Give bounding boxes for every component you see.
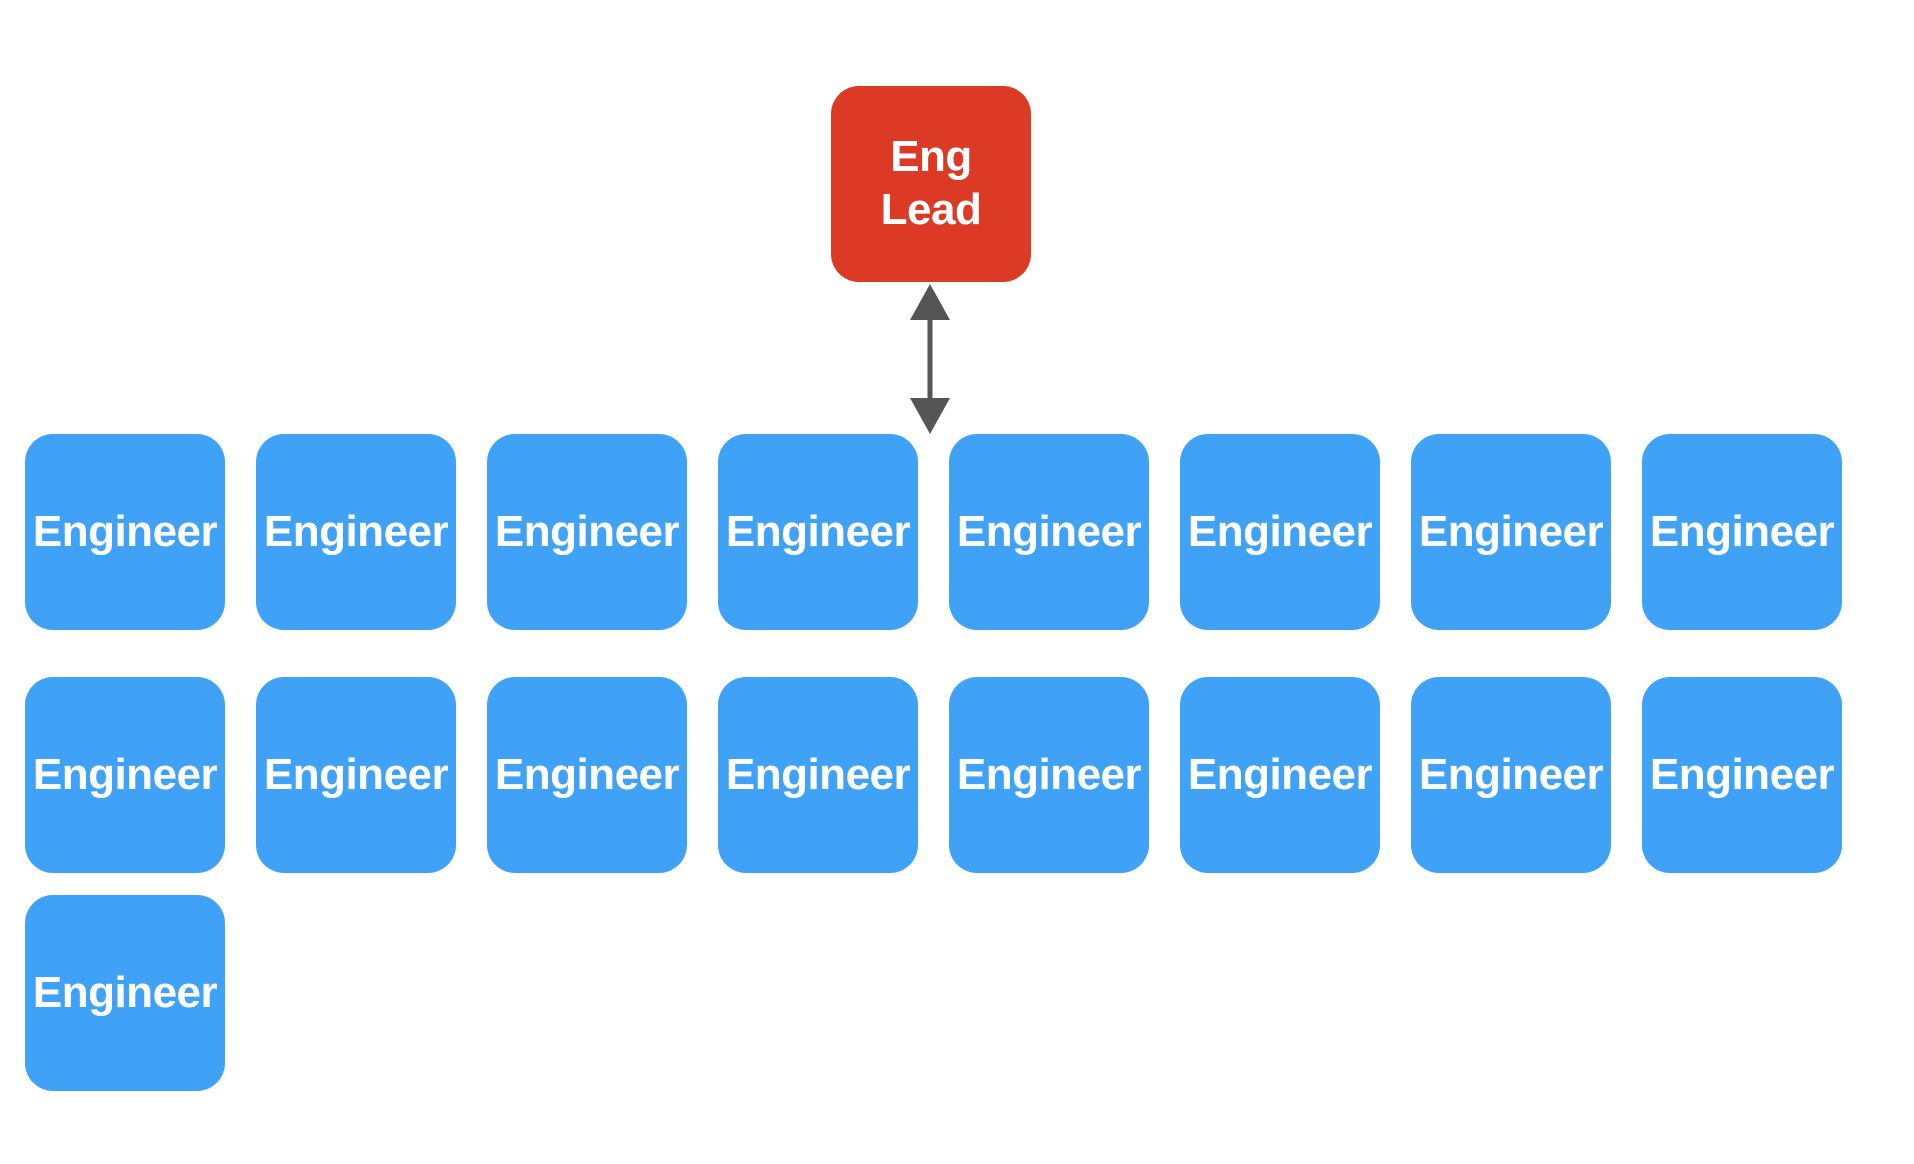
- engineer-node: Engineer: [1411, 677, 1611, 873]
- engineer-label: Engineer: [1649, 506, 1835, 556]
- engineer-node: Engineer: [1180, 434, 1380, 630]
- engineer-label: Engineer: [956, 506, 1142, 556]
- engineer-node: Engineer: [1642, 434, 1842, 630]
- eng-lead-node: Eng Lead: [831, 86, 1031, 282]
- engineer-node: Engineer: [1180, 677, 1380, 873]
- engineer-label: Engineer: [494, 506, 680, 556]
- engineer-label: Engineer: [32, 967, 218, 1017]
- engineer-label: Engineer: [32, 506, 218, 556]
- engineer-label: Engineer: [725, 749, 911, 799]
- engineer-node: Engineer: [25, 434, 225, 630]
- engineer-node: Engineer: [949, 677, 1149, 873]
- engineer-node: Engineer: [718, 677, 918, 873]
- engineer-node: Engineer: [718, 434, 918, 630]
- eng-lead-label: Eng Lead: [880, 132, 982, 234]
- engineer-label: Engineer: [1418, 506, 1604, 556]
- engineer-label: Engineer: [32, 749, 218, 799]
- engineer-label: Engineer: [725, 506, 911, 556]
- double-arrow-connector: [910, 284, 950, 434]
- engineer-node: Engineer: [256, 677, 456, 873]
- engineer-label: Engineer: [1187, 506, 1373, 556]
- engineer-node: Engineer: [487, 677, 687, 873]
- engineer-label: Engineer: [494, 749, 680, 799]
- engineer-node: Engineer: [1411, 434, 1611, 630]
- engineer-node: Engineer: [25, 677, 225, 873]
- engineer-label: Engineer: [1649, 749, 1835, 799]
- engineer-node: Engineer: [256, 434, 456, 630]
- engineer-label: Engineer: [1418, 749, 1604, 799]
- arrow-head-up: [910, 284, 950, 320]
- arrow-head-down: [910, 398, 950, 434]
- engineer-label: Engineer: [263, 749, 449, 799]
- engineer-label: Engineer: [263, 506, 449, 556]
- engineer-node: Engineer: [949, 434, 1149, 630]
- engineer-node: Engineer: [25, 895, 225, 1091]
- engineer-label: Engineer: [956, 749, 1142, 799]
- engineer-label: Engineer: [1187, 749, 1373, 799]
- engineer-node: Engineer: [487, 434, 687, 630]
- engineer-node: Engineer: [1642, 677, 1842, 873]
